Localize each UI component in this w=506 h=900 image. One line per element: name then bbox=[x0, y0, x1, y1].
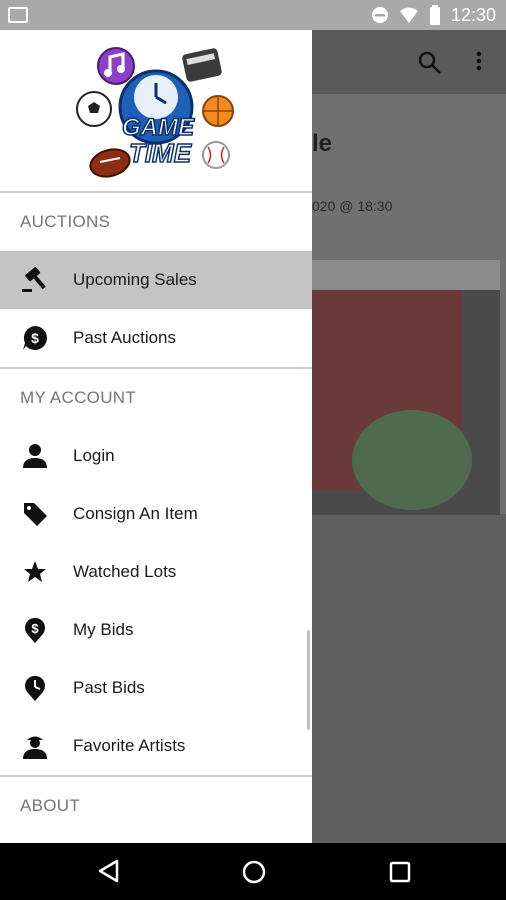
game-time-logo: GAME TIME bbox=[76, 46, 234, 178]
nav-item-label: Watched Lots bbox=[73, 562, 177, 581]
nav-item-past-auctions[interactable]: $ Past Auctions bbox=[0, 309, 312, 367]
status-time: 12:30 bbox=[450, 4, 496, 25]
nav-item-past-bids[interactable]: Past Bids bbox=[0, 659, 312, 717]
nav-item-favorite-artists[interactable]: Favorite Artists bbox=[0, 717, 312, 775]
status-icons: 12:30 bbox=[371, 0, 496, 30]
dollar-pin-icon: $ bbox=[20, 615, 50, 645]
recent-apps-icon[interactable] bbox=[389, 861, 411, 883]
logo-text-line2: TIME bbox=[129, 138, 192, 168]
nav-item-label: Consign An Item bbox=[73, 504, 198, 523]
nav-item-consign-an-item[interactable]: Consign An Item bbox=[0, 485, 312, 543]
nav-item-upcoming-sales[interactable]: Upcoming Sales bbox=[0, 251, 312, 309]
clock-pin-icon bbox=[20, 673, 50, 703]
section-my-account-label: MY ACCOUNT bbox=[20, 388, 137, 407]
do-not-disturb-icon bbox=[371, 7, 388, 23]
status-bar: 12:30 bbox=[0, 0, 506, 30]
background-sale-title: le bbox=[312, 130, 333, 157]
nav-item-login[interactable]: Login bbox=[0, 427, 312, 485]
drawer-header: GAME TIME bbox=[0, 30, 312, 193]
svg-text:$: $ bbox=[31, 330, 39, 346]
person-icon bbox=[20, 441, 50, 471]
more-options-icon[interactable] bbox=[472, 48, 486, 74]
star-icon bbox=[20, 557, 50, 587]
logo-text-line1: GAME bbox=[122, 114, 195, 141]
nav-item-label: Login bbox=[73, 446, 115, 465]
nav-item-label: Favorite Artists bbox=[73, 736, 186, 755]
back-icon[interactable] bbox=[97, 859, 121, 883]
gavel-icon bbox=[20, 265, 50, 295]
svg-text:$: $ bbox=[31, 621, 39, 636]
section-about-label: ABOUT bbox=[20, 796, 81, 815]
artist-icon bbox=[20, 731, 50, 761]
background-sale-image bbox=[312, 260, 500, 515]
search-icon[interactable] bbox=[417, 50, 443, 76]
nav-item-watched-lots[interactable]: Watched Lots bbox=[0, 543, 312, 601]
tag-icon bbox=[20, 499, 50, 529]
system-navigation-bar bbox=[0, 843, 506, 900]
wifi-icon bbox=[399, 7, 418, 23]
gallery-notification-icon bbox=[8, 7, 28, 23]
nav-item-label: Past Bids bbox=[73, 678, 145, 697]
nav-item-label: Past Auctions bbox=[73, 328, 177, 347]
nav-item-label: My Bids bbox=[73, 620, 134, 639]
dollar-bubble-icon: $ bbox=[20, 323, 50, 353]
background-sale-date: 020 @ 18:30 bbox=[312, 198, 393, 214]
battery-icon bbox=[429, 5, 440, 25]
home-icon[interactable] bbox=[241, 859, 267, 885]
section-auctions-label: AUCTIONS bbox=[20, 212, 111, 231]
drawer-scrollbar[interactable] bbox=[307, 630, 310, 730]
navigation-drawer: GAME TIME AUCTIONS Upcoming Sales $ Past… bbox=[0, 30, 312, 843]
nav-item-label: Upcoming Sales bbox=[73, 270, 197, 289]
nav-item-my-bids[interactable]: $ My Bids bbox=[0, 601, 312, 659]
